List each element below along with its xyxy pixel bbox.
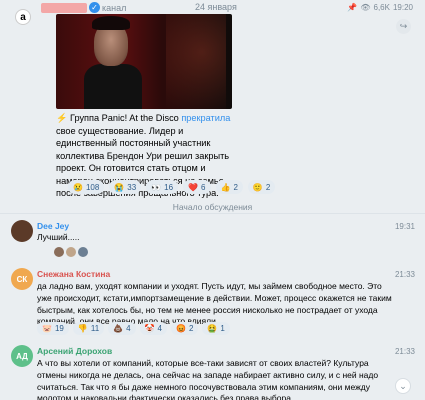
reaction-emoji: 👍 [220,182,231,192]
share-icon[interactable]: ↪ [396,19,411,34]
reaction-count: 11 [90,324,100,333]
view-count: 6,6K [373,3,390,12]
chevron-down-icon[interactable]: ⌄ [395,378,411,394]
reaction-count: 108 [85,182,100,192]
comment-author[interactable]: Dee Jey [37,221,69,231]
reaction-count: 4 [126,324,131,333]
reaction-count: 2 [188,324,194,333]
avatar-initials: СК [16,274,28,284]
comment-author[interactable]: Снежана Костина [37,269,110,279]
post-photo[interactable] [56,14,232,109]
reaction-count: 16 [164,182,174,192]
reaction-count: 6 [201,182,206,192]
reaction-button[interactable]: 😭 33 [109,180,142,194]
comment-reactions: 🐷 19 👎 11 💩 4 🤡 4 😡 2 🤮 1 [37,322,230,335]
comment: Dee Jey 19:31 Лучший..... [0,220,425,260]
reaction-button[interactable]: 🤡 4 [139,322,167,335]
comment: СК Снежана Костина 21:33 да ладно вам, у… [0,268,425,338]
channel-avatar-letter: a [20,11,26,23]
reaction-emoji: 💩 [113,324,124,333]
reaction-emoji: 😡 [176,324,186,333]
reaction-count: 2 [233,182,238,192]
comment-avatar[interactable] [11,220,33,242]
reaction-count: 19 [54,324,64,333]
reaction-button[interactable]: ❤️ 6 [183,180,211,194]
pin-icon: 📌 [347,3,358,12]
reaction-emoji: 👀 [151,182,162,192]
reaction-button[interactable]: 👎 11 [72,322,105,335]
eye-icon: 👁 [360,3,371,12]
post-reactions: 😢 108 😭 33 👀 16 ❤️ 6 👍 2 🙂 2 [68,180,276,194]
comment-author[interactable]: Арсений Дорохов [37,346,112,356]
reaction-emoji: 👎 [77,324,88,333]
reaction-button[interactable]: 😢 108 [68,180,105,194]
reaction-emoji: 😭 [114,182,125,192]
reaction-button[interactable]: 💩 4 [108,322,136,335]
reaction-button[interactable]: 🐷 19 [37,322,69,335]
channel-post: ⚡️ Группа Panic! At the Disco прекратила… [56,14,287,200]
verified-icon: ✓ [89,2,100,13]
reaction-emoji: 😢 [73,182,83,192]
reaction-avatar [78,247,88,257]
reaction-emoji: 🙂 [252,182,263,192]
divider [0,213,425,214]
reaction-avatar [54,247,64,257]
reaction-button[interactable]: 😡 2 [171,322,199,335]
comment-reaction-avatars[interactable] [54,247,88,257]
comment-text: А что вы хотели от компаний, которые все… [37,358,379,400]
comment-avatar[interactable]: СК [11,268,33,290]
reaction-button[interactable]: 👀 16 [146,180,179,194]
channel-type-label: канал [102,3,127,13]
reaction-emoji: ❤️ [188,182,199,192]
avatar-initials: АД [16,351,28,361]
comment-time: 21:33 [394,270,415,279]
comment: АД Арсений Дорохов 21:33 А что вы хотели… [0,345,425,400]
post-text-start: ⚡️ Группа Panic! At the Disco [56,113,182,123]
reaction-avatar [66,247,76,257]
post-time: 19:20 [392,3,413,12]
channel-avatar[interactable]: a [15,9,31,25]
comment-time: 19:31 [394,222,415,231]
reaction-count: 2 [265,182,271,192]
reaction-button[interactable]: 🤮 1 [202,322,230,335]
photo-figure-hair [92,16,130,30]
reaction-button[interactable]: 🙂 2 [247,180,276,194]
reaction-count: 1 [220,324,225,333]
reaction-emoji: 🐷 [42,324,52,333]
reaction-button[interactable]: 👍 2 [215,180,243,194]
reaction-emoji: 🤮 [207,324,218,333]
comment-time: 21:33 [394,347,415,356]
channel-name-redacted[interactable] [41,3,87,13]
comment-avatar[interactable]: АД [11,345,33,367]
post-date: 24 января [195,2,237,12]
reaction-count: 33 [127,182,137,192]
reaction-emoji: 🤡 [144,324,155,333]
reaction-count: 4 [157,324,162,333]
photo-figure-body [84,64,142,109]
post-meta: 📌 👁 6,6K 19:20 [347,3,413,12]
comment-text: Лучший..... [37,232,80,242]
photo-background [166,14,226,109]
post-link[interactable]: прекратила [181,113,230,123]
discussion-start-label: Начало обсуждения [172,202,253,212]
